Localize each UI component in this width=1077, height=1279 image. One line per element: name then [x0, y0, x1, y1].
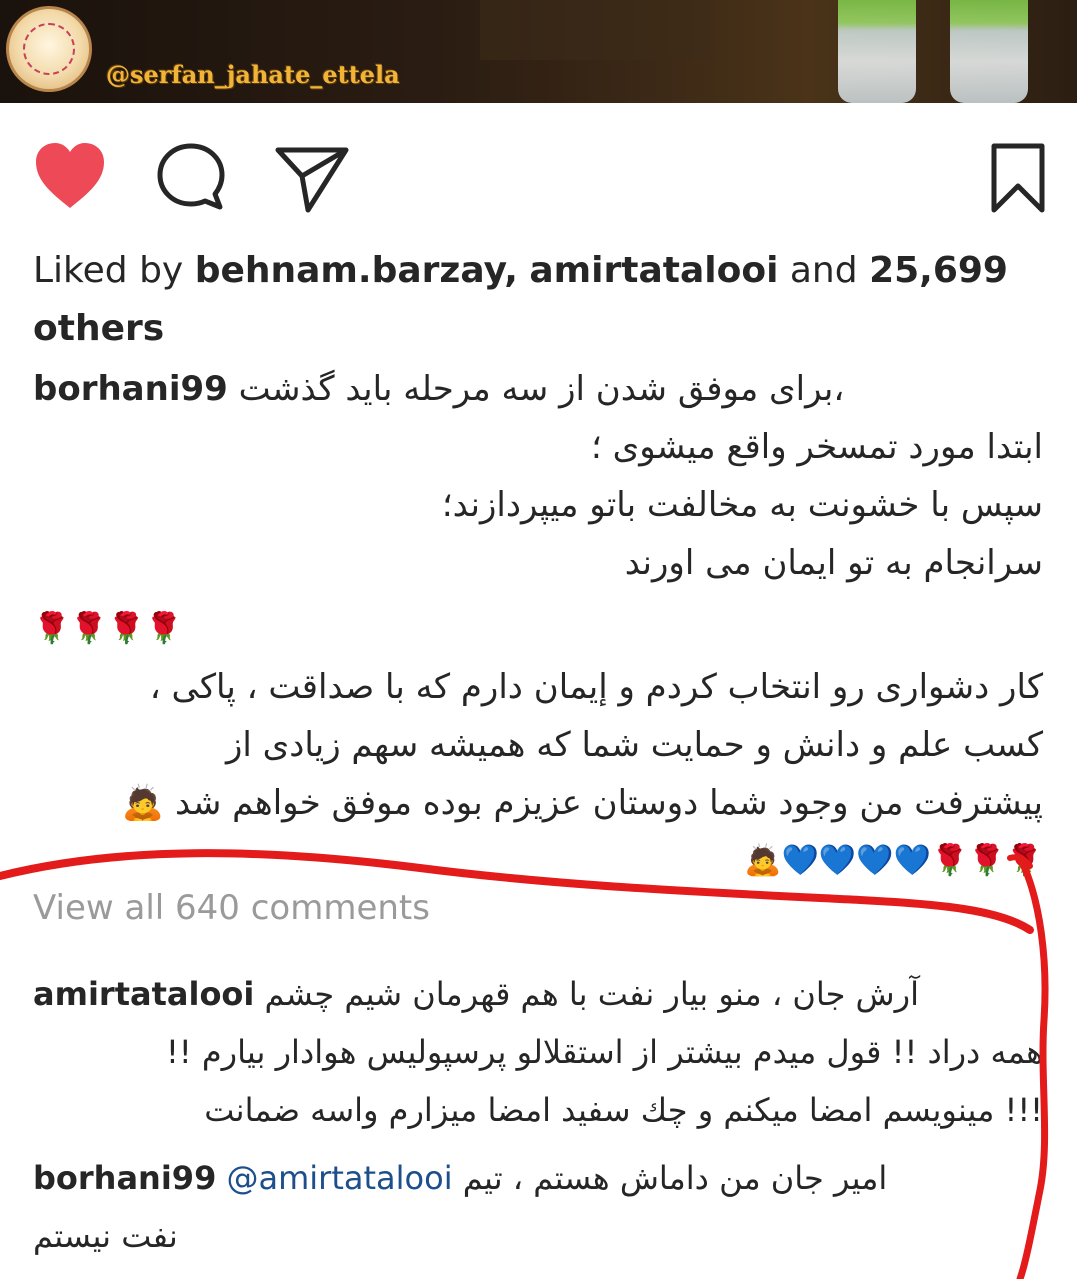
comment-username[interactable]: amirtatalooi	[33, 975, 254, 1013]
comment-first-line: borhani99 @amirtatalooi امیر جان من داما…	[33, 1150, 1043, 1208]
comment-text: آرش جان ، منو بیار نفت با هم قهرمان شیم …	[264, 975, 919, 1013]
paper-plane-icon[interactable]	[272, 140, 352, 220]
liked-by-and: and	[789, 250, 858, 291]
watermark-handle: @serfan_jahate_ettela	[106, 60, 400, 89]
post-actions-bar	[0, 130, 1077, 220]
photo-shadow	[480, 0, 710, 60]
comment-first-line: amirtatalooi آرش جان ، منو بیار نفت با ه…	[33, 966, 1043, 1024]
caption-text: کار دشواری رو انتخاب کردم و إیمان دارم ک…	[149, 667, 1043, 707]
caption-text: سپس با خشونت به مخالفت باتو میپردازند؛	[441, 485, 1043, 525]
caption-text: ،برای موفق شدن از سه مرحله باید گذشت	[238, 369, 845, 409]
comment-item: borhani99 @amirtatalooi امیر جان من داما…	[33, 1150, 1043, 1266]
channel-logo	[6, 6, 92, 92]
caption-text: کسب علم و دانش و حمایت شما که همیشه سهم …	[225, 725, 1043, 765]
liked-by-user[interactable]: behnam.barzay,	[195, 250, 518, 291]
caption-username[interactable]: borhani99	[33, 369, 228, 409]
likes-others[interactable]: others	[33, 308, 164, 349]
caption-emojis: 🙇💙💙💙💙🌹🌹🌹	[744, 843, 1043, 878]
caption-text: ابتدا مورد تمسخر واقع میشوی ؛	[591, 427, 1043, 467]
water-bottle-image	[838, 0, 916, 103]
view-all-comments-link[interactable]: View all 640 comments	[33, 888, 430, 928]
caption-flowers: 🌹🌹🌹🌹	[33, 611, 183, 646]
comment-item: amirtatalooi آرش جان ، منو بیار نفت با ه…	[33, 966, 1043, 1140]
likes-summary: Liked by behnam.barzay, amirtatalooi and…	[33, 242, 1023, 358]
bookmark-icon[interactable]	[988, 140, 1048, 220]
water-bottle-image	[950, 0, 1028, 103]
post-caption: borhani99 ،برای موفق شدن از سه مرحله بای…	[33, 360, 1048, 890]
liked-by-prefix: Liked by	[33, 250, 184, 291]
comment-mention[interactable]: @amirtatalooi	[227, 1159, 453, 1197]
caption-text: سرانجام به تو ایمان می اورند	[624, 543, 1043, 583]
comment-text: امیر جان من داماش هستم ، تیم	[462, 1159, 888, 1197]
caption-text: پیشترفت من وجود شما دوستان عزیزم بوده مو…	[121, 783, 1043, 823]
comment-username[interactable]: borhani99	[33, 1159, 216, 1197]
liked-by-user[interactable]: amirtatalooi	[529, 250, 778, 291]
heart-filled-icon[interactable]	[32, 140, 108, 216]
comment-text: همه دراد !! قول میدم بیشتر از استقلالو پ…	[166, 1033, 1043, 1071]
comment-bubble-icon[interactable]	[154, 140, 228, 216]
likes-count[interactable]: 25,699	[869, 250, 1008, 291]
caption-first-line: borhani99 ،برای موفق شدن از سه مرحله بای…	[33, 360, 1048, 418]
comment-text: !!! مینویسم امضا میکنم و چك سفید امضا می…	[204, 1091, 1043, 1129]
logo-ring	[23, 23, 75, 75]
comment-text: نفت نیستم	[33, 1217, 178, 1255]
